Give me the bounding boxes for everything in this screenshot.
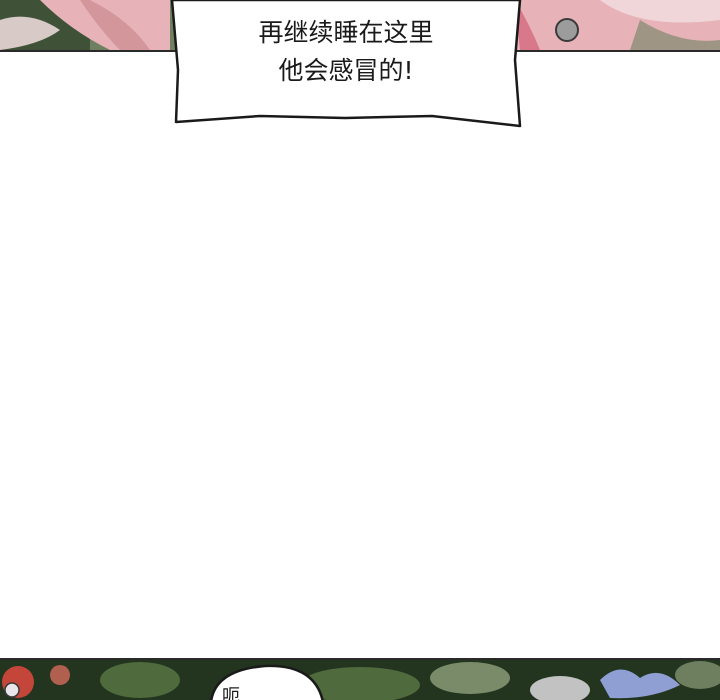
speech-bubble-bottom-text: 呃	[222, 686, 240, 700]
bottom-panel	[0, 658, 720, 700]
comic-page: 再继续睡在这里 他会感冒的! 呃	[0, 0, 720, 700]
bottom-panel-art	[0, 660, 720, 700]
bottom-white-bud	[4, 682, 20, 698]
speech-bubble-top-text: 再继续睡在这里 他会感冒的!	[180, 14, 512, 90]
bottom-leaves-left	[100, 662, 180, 698]
speech-line-2: 他会感冒的!	[278, 56, 414, 85]
bottom-pink-flower	[50, 665, 70, 685]
speech-line-1: 再继续睡在这里	[258, 18, 434, 47]
top-round-ornament	[555, 18, 579, 42]
bottom-leaves-light	[430, 662, 510, 694]
